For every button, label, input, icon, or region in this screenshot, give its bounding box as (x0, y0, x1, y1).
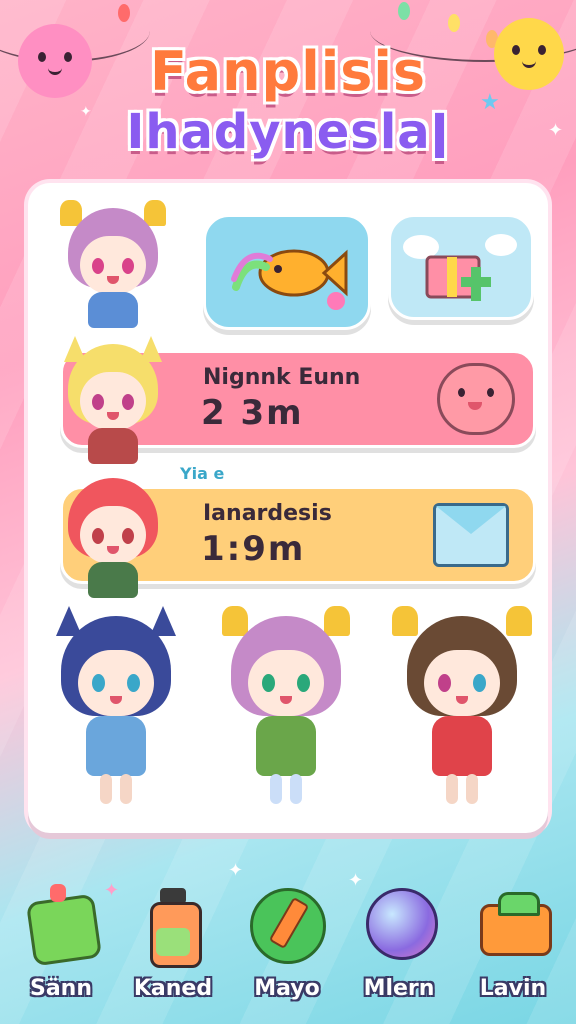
green-block-icon (24, 884, 103, 967)
character-brown-red[interactable] (392, 606, 532, 816)
nav-label: Lavin (479, 976, 547, 1001)
light-bulb (398, 2, 410, 20)
title-line-2: Ihadyneslaǀ (126, 104, 450, 160)
treasure-chest-icon (476, 888, 552, 962)
sparkle-icon: ✦ (228, 860, 244, 881)
envelope-icon (433, 503, 509, 567)
event-card-1-time: 2 3m (201, 393, 304, 433)
nav-item-mlern[interactable]: Mlern (344, 888, 454, 1018)
character-purple-green[interactable] (216, 606, 356, 816)
event-card-2-time: 1:9m (201, 529, 306, 569)
character-avatar-red[interactable] (58, 478, 168, 598)
fish-item-tile[interactable] (203, 214, 371, 330)
paint-pen-icon (250, 888, 326, 964)
character-avatar-purple[interactable] (58, 200, 168, 328)
fish-icon (231, 249, 348, 310)
game-title: Fanplisis Ihadyneslaǀ (0, 42, 576, 162)
gift-box-icon (403, 234, 517, 301)
gift-cloud-tile[interactable] (388, 214, 534, 320)
nav-label: Mayo (254, 976, 320, 1001)
light-bulb (118, 4, 130, 22)
title-line-1: Fanplisis (149, 40, 427, 103)
character-avatar-blonde[interactable] (58, 336, 168, 464)
pink-cat-mascot-icon (437, 363, 515, 435)
potion-bottle-icon (136, 888, 210, 968)
nav-label: Sänn (29, 976, 92, 1001)
nav-label: Kaned (133, 976, 213, 1001)
light-bulb (448, 14, 460, 32)
character-blue-cat[interactable] (46, 606, 186, 816)
balloon-icon (362, 888, 438, 962)
event-card-2-tag: Yia e (180, 464, 225, 483)
event-card-1-name: Nignnk Eunn (203, 365, 361, 390)
nav-item-kaned[interactable]: Kaned (118, 888, 228, 1018)
nav-label: Mlern (363, 976, 435, 1001)
event-card-2-name: Ianardesis (203, 501, 332, 526)
nav-item-mayo[interactable]: Mayo (232, 888, 342, 1018)
nav-item-lavin[interactable]: Lavin (458, 888, 568, 1018)
nav-item-sann[interactable]: Sänn (6, 884, 116, 1018)
